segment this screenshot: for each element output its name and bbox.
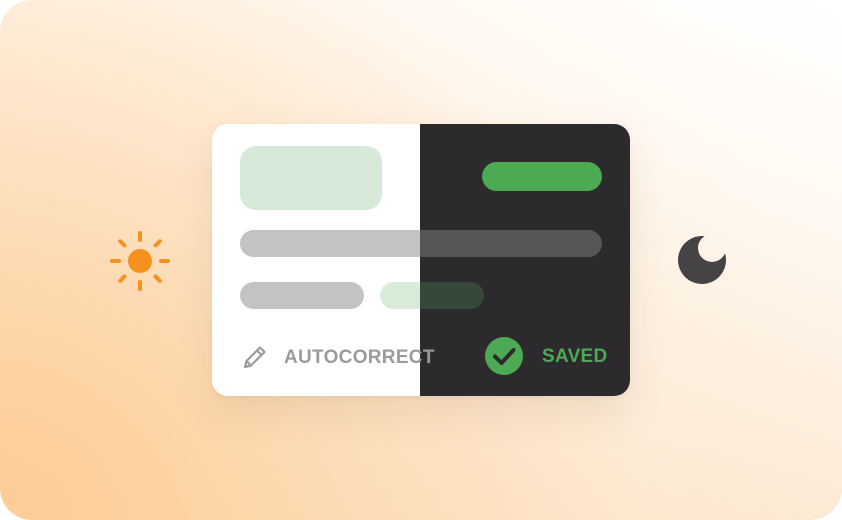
placeholder-bar-long bbox=[240, 230, 602, 257]
theme-preview-card: AUTOCORRECT SAVED bbox=[212, 124, 630, 396]
illustration-background: AUTOCORRECT SAVED bbox=[0, 0, 842, 520]
saved-status-label: SAVED bbox=[542, 346, 608, 367]
moon-icon bbox=[678, 236, 726, 284]
autocorrect-label: AUTOCORRECT bbox=[284, 347, 435, 368]
placeholder-bar-green bbox=[380, 282, 484, 309]
pencil-icon bbox=[243, 346, 266, 369]
placeholder-block bbox=[240, 146, 382, 210]
placeholder-bar-short bbox=[240, 282, 364, 309]
check-circle-icon bbox=[485, 337, 523, 375]
placeholder-pill bbox=[482, 162, 602, 191]
sun-icon bbox=[110, 231, 170, 291]
